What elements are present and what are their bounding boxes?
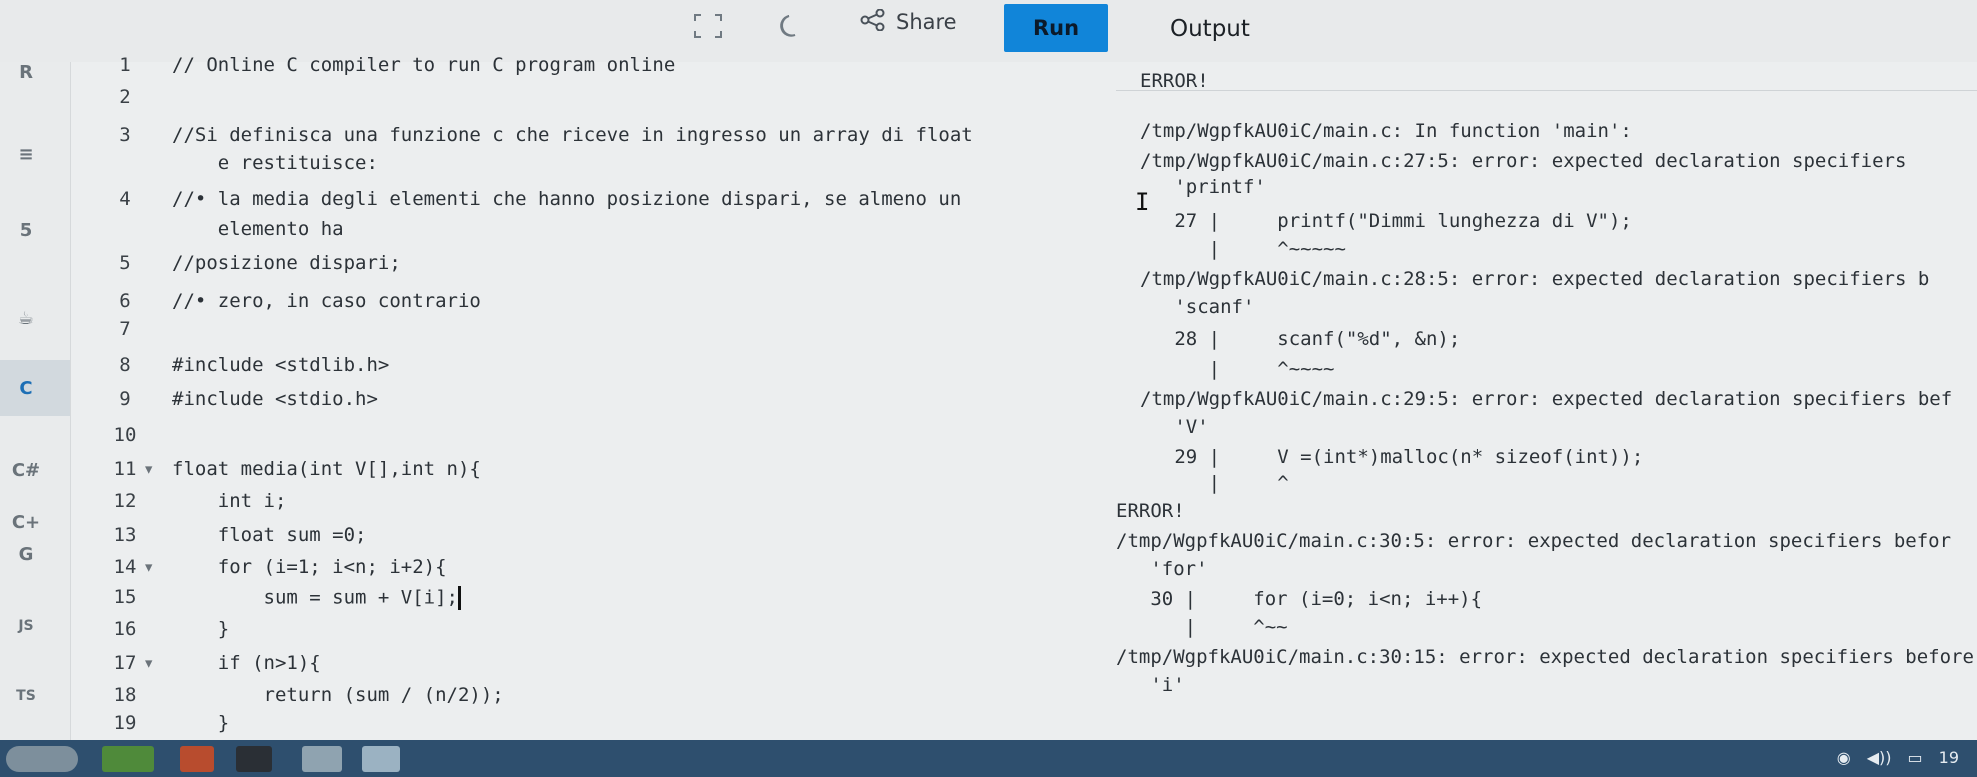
code-text: } — [172, 618, 230, 640]
line-number: 13 — [113, 524, 137, 546]
output-line: ERROR! — [1140, 70, 1209, 92]
line-number: 5 — [119, 252, 131, 274]
fold-toggle-icon[interactable]: ▾ — [143, 458, 154, 480]
code-text: for (i=1; i<n; i+2){ — [172, 556, 447, 578]
output-line: 29 | V =(int*)malloc(n* sizeof(int)); — [1140, 446, 1644, 468]
output-line: 'i' — [1116, 674, 1185, 696]
share-label: Share — [896, 10, 957, 34]
output-console[interactable]: ERROR! /tmp/WgpfkAU0iC/main.c: In functi… — [1116, 70, 1977, 740]
output-line: 'for' — [1116, 558, 1208, 580]
line-number: 6 — [119, 290, 131, 312]
code-text: //posizione dispari; — [172, 252, 401, 274]
terminal-icon[interactable] — [236, 746, 272, 772]
line-number: 3 — [119, 124, 131, 146]
fold-toggle-icon[interactable]: ▾ — [143, 652, 154, 674]
clock[interactable]: 19 — [1939, 748, 1959, 767]
output-line: 'V' — [1140, 416, 1209, 438]
output-line: | ^~~ — [1116, 616, 1288, 638]
volume-icon[interactable]: ◀)) — [1867, 748, 1892, 767]
system-tray: ◉ ◀)) ▭ 19 — [1837, 748, 1959, 767]
line-number: 9 — [119, 388, 131, 410]
code-text: float sum =0; — [172, 524, 367, 546]
window-icon[interactable] — [362, 746, 400, 772]
code-editor[interactable]: 1 // Online C compiler to run C program o… — [95, 38, 1115, 738]
share-button[interactable]: Share — [842, 2, 972, 42]
network-icon[interactable]: ◉ — [1837, 748, 1851, 767]
output-line: /tmp/WgpfkAU0iC/main.c:30:15: error: exp… — [1116, 646, 1974, 668]
files-icon[interactable] — [102, 746, 154, 772]
code-text: if (n>1){ — [172, 652, 321, 674]
code-text: } — [172, 712, 230, 734]
database-icon[interactable]: ≡ — [4, 132, 48, 176]
share-icon — [860, 8, 886, 36]
line-number: 4 — [119, 188, 131, 210]
line-number: 7 — [119, 318, 131, 340]
line-number: 1 — [119, 54, 131, 76]
output-line: 27 | printf("Dimmi lunghezza di V"); — [1140, 210, 1632, 232]
line-number: 10 — [113, 424, 137, 446]
output-line: | ^~~~~ — [1140, 358, 1335, 380]
output-line: /tmp/WgpfkAU0iC/main.c: In function 'mai… — [1140, 120, 1632, 142]
code-text: e restituisce: — [172, 152, 378, 174]
code-text: //Si definisca una funzione c che riceve… — [172, 124, 973, 146]
line-number: 16 — [113, 618, 137, 640]
output-line: 28 | scanf("%d", &n); — [1140, 328, 1461, 350]
text-cursor — [457, 586, 461, 610]
output-line: | ^~~~~~ — [1140, 238, 1346, 260]
csharp-icon[interactable]: C# — [4, 448, 48, 492]
output-line: 'printf' — [1140, 176, 1266, 198]
battery-icon[interactable]: ▭ — [1908, 748, 1923, 767]
code-text: #include <stdio.h> — [172, 388, 378, 410]
c-lang-icon[interactable]: C — [4, 366, 48, 410]
output-line: 30 | for (i=0; i<n; i++){ — [1116, 588, 1483, 610]
code-text: #include <stdlib.h> — [172, 354, 390, 376]
start-icon[interactable] — [6, 746, 78, 772]
code-text: //• zero, in caso contrario — [172, 290, 481, 312]
fold-toggle-icon[interactable]: ▾ — [143, 556, 154, 578]
ibeam-cursor-icon: I — [1135, 188, 1150, 216]
output-panel-title: Output — [1170, 16, 1250, 42]
code-text: return (sum / (n/2)); — [172, 684, 504, 706]
app-icon[interactable] — [180, 746, 214, 772]
output-line: 'scanf' — [1140, 296, 1255, 318]
os-taskbar: ◉ ◀)) ▭ 19 — [0, 740, 1977, 777]
output-line: | ^ — [1140, 472, 1289, 494]
typescript-icon[interactable]: TS — [4, 674, 48, 718]
output-line: /tmp/WgpfkAU0iC/main.c:27:5: error: expe… — [1140, 150, 1907, 172]
language-sidebar: R ≡ 5 ☕ C C# C+ G JS TS — [0, 0, 71, 740]
line-number: 15 — [113, 586, 137, 608]
output-line: /tmp/WgpfkAU0iC/main.c:30:5: error: expe… — [1116, 530, 1952, 552]
code-text: // Online C compiler to run C program on… — [172, 54, 676, 76]
output-line: /tmp/WgpfkAU0iC/main.c:28:5: error: expe… — [1140, 268, 1930, 290]
go-icon[interactable]: G — [4, 532, 48, 576]
line-number: 8 — [119, 354, 131, 376]
java-icon[interactable]: ☕ — [4, 296, 48, 340]
output-line: ERROR! — [1116, 500, 1185, 522]
line-number: 18 — [113, 684, 137, 706]
line-number: 2 — [119, 86, 131, 108]
line-number: 12 — [113, 490, 137, 512]
code-text: sum = sum + V[i]; — [172, 586, 461, 610]
code-text: elemento ha — [172, 218, 344, 240]
output-line: /tmp/WgpfkAU0iC/main.c:29:5: error: expe… — [1140, 388, 1953, 410]
folder-icon[interactable] — [302, 746, 342, 772]
code-text: //• la media degli elementi che hanno po… — [172, 188, 962, 210]
javascript-icon[interactable]: JS — [4, 604, 48, 648]
code-text: float media(int V[],int n){ — [172, 458, 481, 480]
html5-icon[interactable]: 5 — [4, 208, 48, 252]
line-number: 19 — [113, 712, 137, 734]
code-text: int i; — [172, 490, 287, 512]
code-text-content: sum = sum + V[i]; — [172, 586, 458, 609]
